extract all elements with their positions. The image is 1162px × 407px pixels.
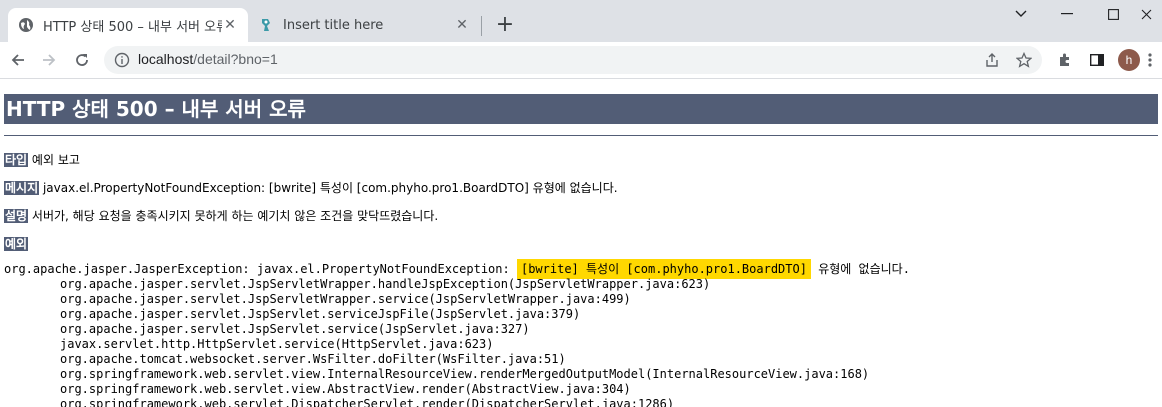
message-label: 메시지 [4, 181, 40, 195]
type-value: 예외 보고 [31, 153, 80, 167]
exception-prefix: org.apache.jasper.JasperException: javax… [4, 262, 510, 276]
browser-toolbar: localhost/detail?bno=1 h [0, 42, 1162, 79]
globe-icon [18, 17, 34, 33]
forward-button[interactable] [37, 48, 61, 72]
message-row: 메시지 javax.el.PropertyNotFoundException: … [4, 179, 618, 196]
new-tab-button[interactable]: + [494, 12, 516, 37]
page-content: HTTP 상태 500 – 내부 서버 오류 타입 예외 보고 메시지 java… [0, 79, 1162, 407]
message-value: javax.el.PropertyNotFoundException: [bwr… [42, 181, 618, 195]
side-panel-icon[interactable] [1085, 48, 1109, 72]
stack-trace: org.apache.jasper.JasperException: javax… [4, 259, 910, 407]
eclipse-icon [258, 17, 274, 33]
stack-line: org.apache.tomcat.websocket.server.WsFil… [60, 352, 566, 366]
tab-error-page[interactable]: HTTP 상태 500 – 내부 서버 오류 ✕ [8, 8, 248, 42]
stack-line: org.apache.jasper.servlet.JspServletWrap… [60, 292, 631, 306]
stack-line: javax.servlet.http.HttpServlet.service(H… [60, 337, 494, 351]
share-icon[interactable] [980, 48, 1004, 72]
exception-row: 예외 [4, 235, 29, 252]
exception-suffix: 유형에 없습니다. [818, 262, 910, 276]
menu-icon[interactable] [1140, 48, 1160, 72]
stack-line: org.springframework.web.servlet.view.Int… [60, 367, 870, 381]
tab-strip: HTTP 상태 500 – 내부 서버 오류 ✕ Insert title he… [0, 0, 1162, 42]
close-window-button[interactable] [1130, 4, 1162, 24]
minimize-button[interactable] [1044, 4, 1090, 24]
tab-title: HTTP 상태 500 – 내부 서버 오류 [43, 19, 222, 35]
tab-insert-title[interactable]: Insert title here ✕ [252, 8, 480, 42]
url-host: localhost [138, 51, 194, 67]
type-label: 타입 [4, 153, 29, 167]
exception-highlight: [bwrite] 특성이 [com.phyho.pro1.BoardDTO] [516, 259, 811, 279]
stack-line: org.apache.jasper.servlet.JspServlet.ser… [60, 307, 581, 321]
tab-separator [481, 16, 482, 36]
description-row: 설명 서버가, 해당 요청을 충족시키지 못하게 하는 예기치 않은 조건을 맞… [4, 207, 438, 224]
stack-line: org.springframework.web.servlet.Dispatch… [60, 397, 675, 407]
close-tab-icon[interactable]: ✕ [454, 17, 470, 33]
tab-search-icon[interactable] [998, 4, 1044, 24]
type-row: 타입 예외 보고 [4, 151, 80, 168]
extensions-icon[interactable] [1053, 48, 1077, 72]
bookmark-star-icon[interactable] [1012, 48, 1036, 72]
tab-title: Insert title here [283, 17, 384, 33]
info-icon[interactable] [110, 48, 134, 72]
back-button[interactable] [6, 48, 30, 72]
stack-line: org.apache.jasper.servlet.JspServletWrap… [60, 277, 711, 291]
profile-avatar[interactable]: h [1118, 49, 1140, 71]
stack-line: org.apache.jasper.servlet.JspServlet.ser… [60, 322, 530, 336]
exception-label: 예외 [4, 237, 29, 251]
stack-line: org.springframework.web.servlet.view.Abs… [60, 382, 631, 396]
url-text[interactable]: localhost/detail?bno=1 [138, 51, 278, 67]
description-label: 설명 [4, 209, 29, 223]
page-title: HTTP 상태 500 – 내부 서버 오류 [4, 94, 1158, 124]
close-tab-icon[interactable]: ✕ [222, 17, 238, 33]
address-bar[interactable]: localhost/detail?bno=1 [104, 46, 1042, 74]
description-value: 서버가, 해당 요청을 충족시키지 못하게 하는 예기치 않은 조건을 맞닥뜨렸… [31, 209, 439, 223]
divider [4, 135, 1158, 136]
url-path: /detail?bno=1 [193, 51, 278, 67]
reload-button[interactable] [70, 48, 94, 72]
